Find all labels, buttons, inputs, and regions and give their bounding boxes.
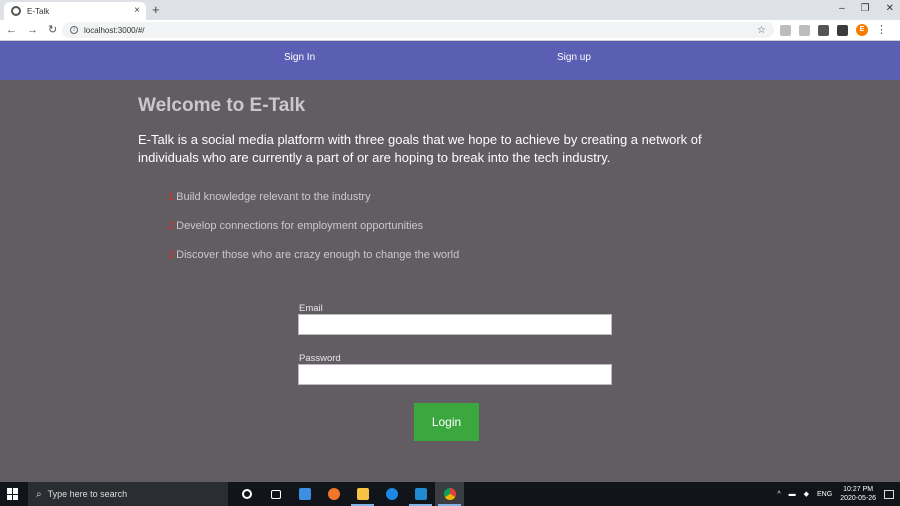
address-bar-row: ← → ↻ i localhost:3000/#/ ☆ E ⋮ [0,20,900,41]
email-field[interactable] [298,314,612,335]
back-arrow-icon[interactable]: ← [6,23,17,37]
clock[interactable]: 10:27 PM 2020-05-26 [840,485,876,503]
language-indicator[interactable]: ENG [817,491,832,498]
goal-item: 3 Discover those who are crazy enough to… [168,249,459,278]
goal-item: 2 Develop connections for employment opp… [168,220,459,249]
close-tab-icon[interactable]: × [134,6,140,16]
taskbar-search-placeholder: Type here to search [47,489,128,499]
nav-sign-in-link[interactable]: Sign In [284,52,315,63]
star-bookmark-icon[interactable]: ☆ [757,25,766,36]
goal-text: Develop connections for employment oppor… [176,220,424,232]
nav-buttons: ← → ↻ [6,23,57,37]
goal-number: 1 [168,191,175,203]
window-controls: – ❐ ✕ [839,2,894,16]
email-label: Email [299,303,323,314]
close-window-button[interactable]: ✕ [886,2,894,16]
login-button[interactable]: Login [414,403,479,441]
edge-icon[interactable] [377,482,406,506]
main-content: Welcome to E-Talk E-Talk is a social med… [0,80,900,482]
browser-tab[interactable]: E-Talk × [4,2,146,20]
extension-icon[interactable] [780,24,791,36]
network-icon[interactable]: ▬ [789,491,796,498]
browser-menu-icon[interactable]: ⋮ [876,24,887,36]
restore-button[interactable]: ❐ [861,2,870,16]
vscode-icon[interactable] [406,482,435,506]
password-field[interactable] [298,364,612,385]
windows-start-icon[interactable] [7,488,19,500]
browser-tab-bar: E-Talk × + – ❐ ✕ [0,0,900,20]
taskbar: ⌕ Type here to search ^ ▬ ◆ ENG 10:27 PM… [0,482,900,506]
globe-icon [11,6,21,16]
system-tray: ^ ▬ ◆ ENG 10:27 PM 2020-05-26 [777,482,894,506]
goal-text: Discover those who are crazy enough to c… [176,249,460,261]
cortana-icon[interactable] [232,482,261,506]
extension-icons: E ⋮ [780,24,887,36]
profile-avatar[interactable]: E [856,24,868,36]
clock-time: 10:27 PM [843,486,874,493]
info-icon[interactable]: i [70,26,78,34]
goal-number: 2 [168,220,175,232]
taskbar-search-box[interactable]: ⌕ Type here to search [28,482,228,506]
minimize-button[interactable]: – [839,2,845,16]
password-label: Password [299,353,341,364]
taskbar-apps [232,482,464,506]
goal-item: 1 Build knowledge relevant to the indust… [168,191,459,220]
forward-arrow-icon[interactable]: → [27,23,38,37]
shield-extension-icon[interactable] [799,24,810,36]
chrome-icon[interactable] [435,482,464,506]
new-tab-button[interactable]: + [152,2,160,18]
clock-date: 2020-05-26 [840,495,876,502]
app-navbar: Sign In Sign up [0,41,900,80]
file-explorer-icon[interactable] [348,482,377,506]
goals-list: 1 Build knowledge relevant to the indust… [168,191,459,278]
react-devtools-icon[interactable] [837,24,848,36]
task-view-icon[interactable] [261,482,290,506]
dropbox-icon[interactable]: ◆ [804,490,809,498]
intro-paragraph: E-Talk is a social media platform with t… [138,132,702,165]
notification-icon[interactable] [884,489,894,499]
omnibox[interactable]: i localhost:3000/#/ ☆ [62,22,774,38]
goal-number: 3 [168,249,175,261]
tab-title: E-Talk [27,6,50,16]
mail-icon[interactable] [290,482,319,506]
url-text[interactable]: localhost:3000/#/ [84,26,757,35]
firefox-icon[interactable] [319,482,348,506]
page-title: Welcome to E-Talk [138,95,306,116]
search-icon: ⌕ [36,488,42,500]
chevron-up-icon[interactable]: ^ [777,491,780,498]
nav-sign-up-link[interactable]: Sign up [557,52,591,63]
reload-icon[interactable]: ↻ [48,23,57,37]
facebook-extension-icon[interactable] [818,24,829,36]
goal-text: Build knowledge relevant to the industry [176,191,371,203]
